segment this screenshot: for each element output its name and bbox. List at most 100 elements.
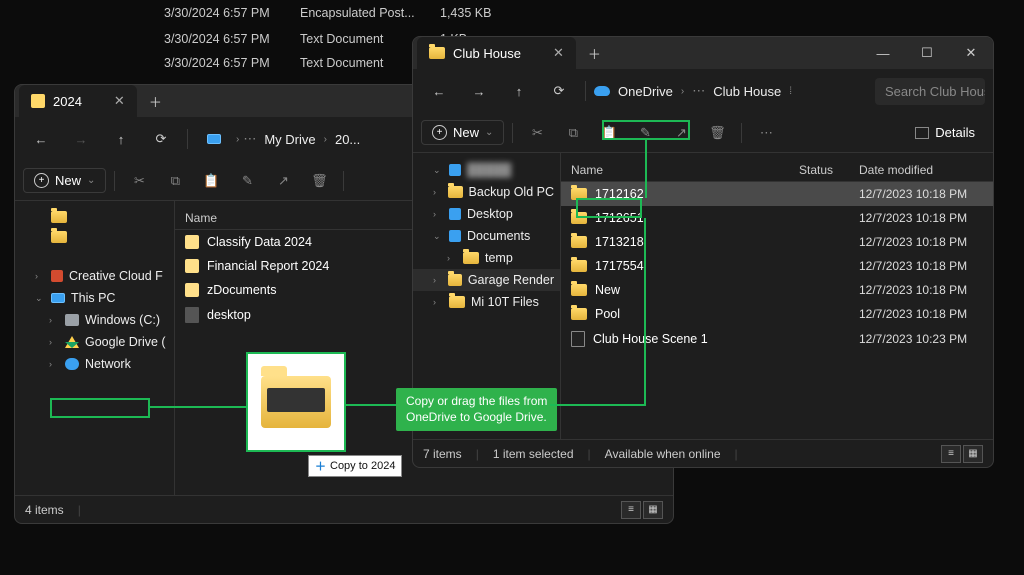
table-row[interactable]: 171755412/7/2023 10:18 PM [561, 254, 993, 278]
folder-icon [429, 47, 445, 59]
app-icon [185, 235, 199, 249]
connector-line [150, 406, 246, 408]
tab-label: 2024 [53, 94, 82, 109]
tab-2024[interactable]: 2024 ✕ [19, 85, 137, 117]
divider [585, 81, 586, 101]
app-icon [185, 259, 199, 273]
folder-icon [571, 308, 587, 320]
minimize-button[interactable]: — [861, 37, 905, 69]
nav-toolbar: ← → ↑ ⟳ OneDrive› ⋯ Club House⁞ Search C… [413, 69, 993, 113]
back-button[interactable]: ← [23, 123, 59, 155]
divider [187, 129, 188, 149]
refresh-button[interactable]: ⟳ [541, 75, 577, 107]
gdrive-icon [65, 336, 79, 348]
onedrive-icon [594, 86, 610, 96]
sidebar-item-thispc[interactable]: ⌄This PC [15, 287, 174, 309]
up-button[interactable]: ↑ [103, 123, 139, 155]
divider [512, 123, 513, 143]
folder-icon [571, 212, 587, 224]
paste-icon[interactable]: 📋 [593, 119, 625, 147]
paste-icon[interactable]: 📋 [195, 167, 227, 195]
table-row[interactable]: Club House Scene 112/7/2023 10:23 PM [561, 326, 993, 352]
drag-tooltip: ＋Copy to 2024 [308, 455, 402, 477]
back-button[interactable]: ← [421, 75, 457, 107]
sidebar-item-network[interactable]: ›Network [15, 353, 174, 375]
divider [114, 171, 115, 191]
forward-button[interactable]: → [63, 123, 99, 155]
share-icon[interactable]: ↗ [267, 167, 299, 195]
view-details-icon[interactable]: ≡ [621, 501, 641, 519]
nav-item[interactable]: ›Backup Old PC [413, 181, 560, 203]
new-button[interactable]: +New⌄ [421, 120, 504, 145]
nav-item[interactable]: ⌄Documents [413, 225, 560, 247]
close-tab-icon[interactable]: ✕ [553, 45, 564, 61]
bg-row: 3/30/2024 6:57 PMEncapsulated Post...1,4… [164, 6, 494, 20]
doc-icon [571, 331, 585, 347]
table-row[interactable]: New12/7/2023 10:18 PM [561, 278, 993, 302]
table-row[interactable]: Pool12/7/2023 10:18 PM [561, 302, 993, 326]
new-tab-button[interactable]: ＋ [576, 44, 613, 63]
sidebar-item-quick2[interactable] [15, 227, 174, 247]
sidebar-item-winc[interactable]: ›Windows (C:) [15, 309, 174, 331]
connector-line [346, 404, 396, 406]
folder-icon [571, 188, 587, 200]
nav-item[interactable]: ›temp [413, 247, 560, 269]
copy-icon[interactable]: ⧉ [159, 167, 191, 195]
cut-icon[interactable]: ✂ [123, 167, 155, 195]
view-grid-icon[interactable]: ▦ [963, 445, 983, 463]
connector-line [645, 140, 647, 198]
new-tab-button[interactable]: ＋ [137, 92, 174, 111]
availability: Available when online [605, 447, 721, 461]
drag-folder-ghost [246, 352, 346, 452]
column-headers[interactable]: Name Status Date modified [561, 159, 993, 182]
divider [343, 171, 344, 191]
more-icon[interactable]: ⋯ [750, 119, 782, 147]
copy-icon[interactable]: ⧉ [557, 119, 589, 147]
table-row[interactable]: 171216212/7/2023 10:18 PM [561, 182, 993, 206]
breadcrumb[interactable]: OneDrive› ⋯ Club House⁞ [594, 83, 792, 99]
sidebar-item-quick[interactable] [15, 207, 174, 227]
divider [741, 123, 742, 143]
folder-icon [571, 284, 587, 296]
nav-item[interactable]: ›Mi 10T Files [413, 291, 560, 313]
new-button[interactable]: +New⌄ [23, 168, 106, 193]
refresh-button[interactable]: ⟳ [143, 123, 179, 155]
nav-item[interactable]: ›Garage Render [413, 269, 560, 291]
search-input[interactable]: Search Club Hous [875, 78, 985, 105]
item-count: 7 items [423, 447, 462, 461]
nav-root[interactable]: ⌄█████ [413, 159, 560, 181]
nav-tree: ›Creative Cloud F ⌄This PC ›Windows (C:)… [15, 201, 175, 495]
pc-icon[interactable] [196, 123, 232, 155]
close-button[interactable]: ✕ [949, 37, 993, 69]
table-row[interactable]: 171265112/7/2023 10:18 PM [561, 206, 993, 230]
sidebar-item-cc[interactable]: ›Creative Cloud F [15, 265, 174, 287]
up-button[interactable]: ↑ [501, 75, 537, 107]
titlebar: Club House ✕ ＋ — ☐ ✕ [413, 37, 993, 69]
selected-count: 1 item selected [493, 447, 574, 461]
connector-line [644, 218, 646, 404]
breadcrumb[interactable]: ⋯ My Drive› 20... [243, 131, 360, 147]
view-details-icon[interactable]: ≡ [941, 445, 961, 463]
nav-item[interactable]: ›Desktop [413, 203, 560, 225]
folder-icon [571, 236, 587, 248]
table-row[interactable]: 171321812/7/2023 10:18 PM [561, 230, 993, 254]
maximize-button[interactable]: ☐ [905, 37, 949, 69]
file-list: Name Status Date modified 171216212/7/20… [561, 153, 993, 439]
close-tab-icon[interactable]: ✕ [114, 93, 125, 109]
chevron-right-icon: › [236, 134, 239, 145]
sidebar-item-gdrive[interactable]: ›Google Drive ( [15, 331, 174, 353]
status-bar: 4 items| ≡▦ [15, 495, 673, 523]
rename-icon[interactable]: ✎ [231, 167, 263, 195]
cut-icon[interactable]: ✂ [521, 119, 553, 147]
folder-icon [261, 376, 331, 428]
forward-button[interactable]: → [461, 75, 497, 107]
share-icon[interactable]: ↗ [665, 119, 697, 147]
delete-icon[interactable]: 🗑 [701, 119, 733, 147]
delete-icon[interactable]: 🗑 [303, 167, 335, 195]
tab-clubhouse[interactable]: Club House ✕ [417, 37, 576, 69]
action-bar: +New⌄ ✂ ⧉ 📋 ✎ ↗ 🗑 ⋯ Details [413, 113, 993, 153]
view-grid-icon[interactable]: ▦ [643, 501, 663, 519]
details-button[interactable]: Details [905, 121, 985, 144]
status-bar: 7 items| 1 item selected| Available when… [413, 439, 993, 467]
doc-icon [185, 307, 199, 323]
